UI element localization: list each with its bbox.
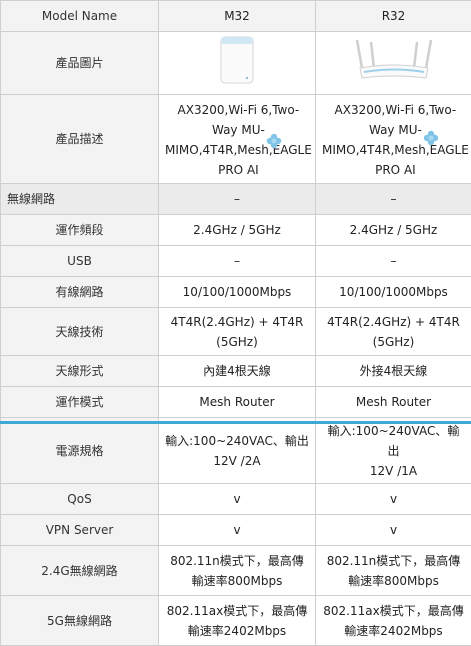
m32-mode: Mesh Router bbox=[159, 387, 316, 418]
usb-label: USB bbox=[1, 246, 159, 277]
m32-band: 2.4GHz / 5GHz bbox=[159, 215, 316, 246]
m32-desc-line: AX3200,Wi-Fi 6,Two- bbox=[165, 100, 312, 120]
antenna-type-label: 天線形式 bbox=[1, 356, 159, 387]
r32-wifi5-cell: 802.11ax模式下，最高傳 輸速率2402Mbps bbox=[316, 596, 471, 646]
r32-antenna-tech-cell: 4T4R(2.4GHz) + 4T4R (5GHz) bbox=[316, 308, 471, 356]
m32-usb: – bbox=[159, 246, 316, 277]
m32-desc-line: MIMO,4T4R,Mesh,EAGLE bbox=[165, 140, 312, 160]
r32-wireless: – bbox=[316, 184, 471, 215]
row-qos: QoS v v bbox=[1, 484, 471, 515]
m32-antenna-tech-line: 4T4R(2.4GHz) + 4T4R bbox=[171, 312, 304, 332]
header-label: Model Name bbox=[1, 1, 159, 32]
m32-antenna-tech-line: (5GHz) bbox=[171, 332, 304, 352]
accent-divider-line bbox=[0, 421, 471, 424]
r32-antenna-type: 外接4根天線 bbox=[316, 356, 471, 387]
wired-label: 有線網路 bbox=[1, 277, 159, 308]
mode-label: 運作模式 bbox=[1, 387, 159, 418]
m32-wired: 10/100/1000Mbps bbox=[159, 277, 316, 308]
m32-wifi24-line: 輸速率800Mbps bbox=[170, 571, 304, 591]
flower-icon bbox=[423, 130, 439, 146]
m32-wireless: – bbox=[159, 184, 316, 215]
m32-antenna-type: 內建4根天線 bbox=[159, 356, 316, 387]
header-m32: M32 bbox=[159, 1, 316, 32]
r32-wifi24-line: 802.11n模式下，最高傳 bbox=[327, 551, 461, 571]
wifi5-label: 5G無線網路 bbox=[1, 596, 159, 646]
r32-product-image bbox=[354, 38, 434, 89]
r32-antenna-tech-line: (5GHz) bbox=[327, 332, 460, 352]
r32-wired: 10/100/1000Mbps bbox=[316, 277, 471, 308]
row-antenna-tech: 天線技術 4T4R(2.4GHz) + 4T4R (5GHz) 4T4R(2.4… bbox=[1, 308, 471, 356]
row-wifi24: 2.4G無線網路 802.11n模式下，最高傳 輸速率800Mbps 802.1… bbox=[1, 546, 471, 596]
m32-desc-line: Way MU- bbox=[165, 120, 312, 140]
r32-power-line: 12V /1A bbox=[322, 461, 465, 481]
m32-qos: v bbox=[159, 484, 316, 515]
m32-power-line: 12V /2A bbox=[165, 451, 309, 471]
row-wired: 有線網路 10/100/1000Mbps 10/100/1000Mbps bbox=[1, 277, 471, 308]
r32-desc-line: MIMO,4T4R,Mesh,EAGLE bbox=[322, 140, 469, 160]
r32-image-cell bbox=[316, 32, 471, 95]
flower-icon bbox=[266, 133, 282, 149]
vpn-label: VPN Server bbox=[1, 515, 159, 546]
r32-power-line: 輸入:100~240VAC、輸出 bbox=[322, 421, 465, 461]
antenna-tech-label: 天線技術 bbox=[1, 308, 159, 356]
m32-product-image bbox=[217, 35, 257, 92]
m32-wifi5-cell: 802.11ax模式下，最高傳 輸速率2402Mbps bbox=[159, 596, 316, 646]
m32-image-cell bbox=[159, 32, 316, 95]
row-antenna-type: 天線形式 內建4根天線 外接4根天線 bbox=[1, 356, 471, 387]
r32-wifi24-cell: 802.11n模式下，最高傳 輸速率800Mbps bbox=[316, 546, 471, 596]
row-vpn: VPN Server v v bbox=[1, 515, 471, 546]
m32-vpn: v bbox=[159, 515, 316, 546]
row-power: 電源規格 輸入:100~240VAC、輸出 12V /2A 輸入:100~240… bbox=[1, 418, 471, 484]
wireless-label: 無線網路 bbox=[1, 184, 159, 215]
desc-label: 產品描述 bbox=[1, 95, 159, 184]
r32-desc-cell: AX3200,Wi-Fi 6,Two- Way MU- MIMO,4T4R,Me… bbox=[316, 95, 471, 184]
r32-desc-line: AX3200,Wi-Fi 6,Two- bbox=[322, 100, 469, 120]
r32-wifi5-line: 輸速率2402Mbps bbox=[323, 621, 463, 641]
m32-power-cell: 輸入:100~240VAC、輸出 12V /2A bbox=[159, 418, 316, 484]
m32-wifi5-line: 輸速率2402Mbps bbox=[167, 621, 307, 641]
m32-wifi5-line: 802.11ax模式下，最高傳 bbox=[167, 601, 307, 621]
m32-wifi24-line: 802.11n模式下，最高傳 bbox=[170, 551, 304, 571]
m32-power-line: 輸入:100~240VAC、輸出 bbox=[165, 431, 309, 451]
row-wireless: 無線網路 – – bbox=[1, 184, 471, 215]
row-wifi5: 5G無線網路 802.11ax模式下，最高傳 輸速率2402Mbps 802.1… bbox=[1, 596, 471, 646]
r32-band: 2.4GHz / 5GHz bbox=[316, 215, 471, 246]
m32-antenna-tech-cell: 4T4R(2.4GHz) + 4T4R (5GHz) bbox=[159, 308, 316, 356]
r32-wifi5-line: 802.11ax模式下，最高傳 bbox=[323, 601, 463, 621]
r32-desc-line: Way MU- bbox=[322, 120, 469, 140]
m32-wifi24-cell: 802.11n模式下，最高傳 輸速率800Mbps bbox=[159, 546, 316, 596]
row-image: 產品圖片 bbox=[1, 32, 471, 95]
row-mode: 運作模式 Mesh Router Mesh Router bbox=[1, 387, 471, 418]
r32-usb: – bbox=[316, 246, 471, 277]
row-usb: USB – – bbox=[1, 246, 471, 277]
m32-desc-cell: AX3200,Wi-Fi 6,Two- Way MU- MIMO,4T4R,Me… bbox=[159, 95, 316, 184]
r32-qos: v bbox=[316, 484, 471, 515]
spec-table: Model Name M32 R32 產品圖片 bbox=[0, 0, 471, 646]
header-row: Model Name M32 R32 bbox=[1, 1, 471, 32]
band-label: 運作頻段 bbox=[1, 215, 159, 246]
r32-vpn: v bbox=[316, 515, 471, 546]
r32-power-cell: 輸入:100~240VAC、輸出 12V /1A bbox=[316, 418, 471, 484]
m32-desc-line: PRO AI bbox=[165, 160, 312, 180]
row-band: 運作頻段 2.4GHz / 5GHz 2.4GHz / 5GHz bbox=[1, 215, 471, 246]
r32-desc-line: PRO AI bbox=[322, 160, 469, 180]
qos-label: QoS bbox=[1, 484, 159, 515]
header-r32: R32 bbox=[316, 1, 471, 32]
r32-wifi24-line: 輸速率800Mbps bbox=[327, 571, 461, 591]
wifi24-label: 2.4G無線網路 bbox=[1, 546, 159, 596]
power-label: 電源規格 bbox=[1, 418, 159, 484]
r32-mode: Mesh Router bbox=[316, 387, 471, 418]
r32-antenna-tech-line: 4T4R(2.4GHz) + 4T4R bbox=[327, 312, 460, 332]
row-description: 產品描述 AX3200,Wi-Fi 6,Two- Way MU- MIMO,4T… bbox=[1, 95, 471, 184]
image-label: 產品圖片 bbox=[1, 32, 159, 95]
